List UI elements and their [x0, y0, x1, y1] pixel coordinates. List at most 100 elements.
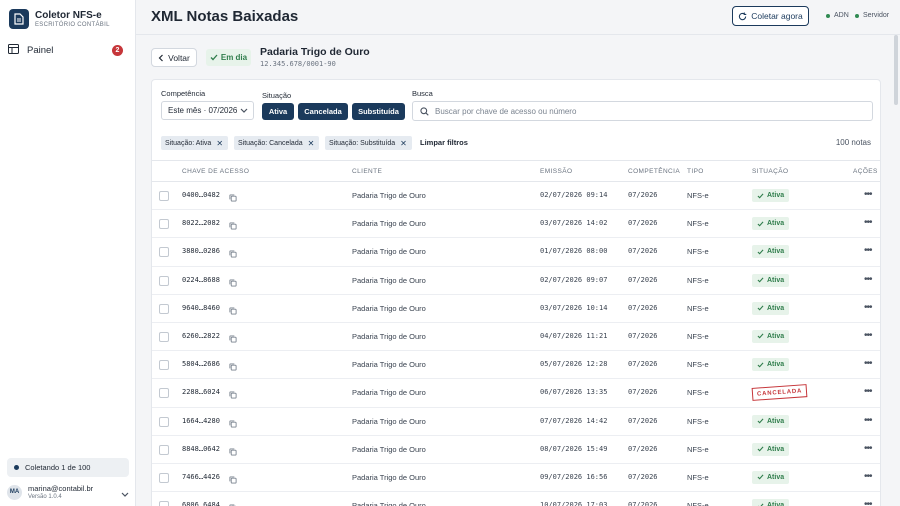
row-checkbox[interactable] — [159, 247, 169, 258]
table-row[interactable]: 3880…0286 Padaria Trigo de Ouro 01/07/20… — [152, 238, 880, 267]
row-checkbox[interactable] — [159, 416, 169, 427]
access-key: 3880…0286 — [182, 247, 220, 256]
copy-icon[interactable] — [229, 191, 237, 205]
copy-icon[interactable] — [229, 219, 237, 233]
row-checkbox[interactable] — [159, 219, 169, 230]
table-row[interactable]: 8848…0642 Padaria Trigo de Ouro 08/07/20… — [152, 436, 880, 464]
situacao-cancelada-toggle[interactable]: Cancelada — [298, 103, 348, 120]
emission-date: 06/07/2026 13:35 — [540, 388, 608, 397]
row-checkbox[interactable] — [159, 331, 169, 342]
search-field[interactable] — [412, 101, 873, 121]
row-checkbox[interactable] — [159, 501, 169, 506]
more-actions-icon[interactable]: ••• — [864, 302, 872, 313]
copy-icon[interactable] — [229, 417, 237, 431]
client-cell: Padaria Trigo de Ouro — [352, 388, 426, 398]
copy-icon[interactable] — [229, 445, 237, 459]
row-checkbox[interactable] — [159, 360, 169, 371]
service-label: ADN — [834, 12, 849, 19]
app-version: Versão 1.0.4 — [28, 493, 62, 500]
more-actions-icon[interactable]: ••• — [864, 415, 872, 426]
row-checkbox[interactable] — [159, 275, 169, 286]
column-header[interactable]: CHAVE DE ACESSO — [182, 168, 249, 175]
table-row[interactable]: 7466…4426 Padaria Trigo de Ouro 09/07/20… — [152, 464, 880, 493]
more-actions-icon[interactable]: ••• — [864, 217, 872, 228]
copy-icon[interactable] — [229, 304, 237, 318]
table-row[interactable]: 1664…4280 Padaria Trigo de Ouro 07/07/20… — [152, 408, 880, 436]
more-actions-icon[interactable]: ••• — [864, 499, 872, 506]
copy-icon[interactable] — [229, 360, 237, 374]
table-row[interactable]: 9640…8460 Padaria Trigo de Ouro 03/07/20… — [152, 295, 880, 323]
column-header[interactable]: CLIENTE — [352, 168, 382, 175]
chevron-down-icon[interactable] — [121, 487, 129, 501]
copy-icon[interactable] — [229, 332, 237, 346]
client-name: Padaria Trigo de Ouro — [260, 46, 370, 58]
search-icon — [420, 106, 429, 116]
row-checkbox[interactable] — [159, 472, 169, 483]
clear-filters-link[interactable]: Limpar filtros — [420, 138, 468, 147]
more-actions-icon[interactable]: ••• — [864, 443, 872, 454]
status-badge: Ativa — [752, 301, 790, 315]
access-key: 8848…0642 — [182, 444, 220, 453]
table-row[interactable]: 5804…2686 Padaria Trigo de Ouro 05/07/20… — [152, 351, 880, 380]
more-actions-icon[interactable]: ••• — [864, 386, 872, 397]
more-actions-icon[interactable]: ••• — [864, 358, 872, 369]
access-key: 2288…6024 — [182, 388, 220, 397]
row-checkbox[interactable] — [159, 303, 169, 314]
scrollbar[interactable] — [894, 35, 898, 105]
situacao-substituida-toggle[interactable]: Substituída — [352, 103, 405, 120]
close-icon[interactable]: ✕ — [308, 139, 315, 148]
user-menu[interactable]: MA marina@contabil.br Versão 1.0.4 — [7, 482, 131, 502]
avatar: MA — [7, 484, 22, 500]
service-status-servidor: Servidor — [855, 12, 889, 19]
type-cell: NFS-e — [687, 331, 709, 341]
copy-icon[interactable] — [229, 473, 237, 487]
check-icon — [210, 54, 218, 61]
table-row[interactable]: 0224…8688 Padaria Trigo de Ouro 02/07/20… — [152, 267, 880, 295]
copy-icon[interactable] — [229, 276, 237, 290]
column-header[interactable]: COMPETÊNCIA — [628, 168, 680, 175]
more-actions-icon[interactable]: ••• — [864, 274, 872, 285]
row-checkbox[interactable] — [159, 388, 169, 399]
client-cell: Padaria Trigo de Ouro — [352, 331, 426, 341]
column-header[interactable]: EMISSÃO — [540, 168, 572, 175]
more-actions-icon[interactable]: ••• — [864, 471, 872, 482]
check-icon — [757, 192, 764, 199]
emission-date: 08/07/2026 15:49 — [540, 444, 608, 453]
back-button[interactable]: Voltar — [151, 48, 197, 67]
competencia-select[interactable]: Este mês · 07/2026 — [161, 101, 254, 120]
client-cell: Padaria Trigo de Ouro — [352, 219, 426, 229]
table-row[interactable]: 6806…6484 Padaria Trigo de Ouro 10/07/20… — [152, 492, 880, 506]
collect-status-text: Coletando 1 de 100 — [25, 463, 91, 472]
close-icon[interactable]: ✕ — [400, 139, 407, 148]
search-input[interactable] — [435, 106, 855, 116]
check-icon — [757, 418, 764, 424]
status-label: Ativa — [767, 473, 785, 481]
copy-icon[interactable] — [229, 247, 237, 261]
type-cell: NFS-e — [687, 388, 709, 398]
table-row[interactable]: 6260…2822 Padaria Trigo de Ouro 04/07/20… — [152, 323, 880, 352]
client-cell: Padaria Trigo de Ouro — [352, 360, 426, 370]
competencia-cell: 07/2026 — [628, 472, 658, 481]
collect-now-button[interactable]: Coletar agora — [732, 6, 809, 26]
access-key: 0400…0482 — [182, 191, 220, 199]
check-icon — [757, 446, 764, 452]
more-actions-icon[interactable]: ••• — [864, 330, 872, 341]
row-checkbox[interactable] — [159, 444, 169, 455]
check-icon — [757, 333, 764, 339]
column-header[interactable]: SITUAÇÃO — [752, 168, 788, 175]
copy-icon[interactable] — [229, 388, 237, 402]
copy-icon[interactable] — [229, 501, 237, 506]
sidebar-item-painel[interactable]: Painel 2 — [8, 41, 128, 59]
client-cell: Padaria Trigo de Ouro — [352, 191, 426, 200]
situacao-ativa-toggle[interactable]: Ativa — [262, 103, 294, 120]
more-actions-icon[interactable]: ••• — [864, 245, 872, 256]
close-icon[interactable]: ✕ — [216, 139, 223, 148]
table-row[interactable]: 0400…0482 Padaria Trigo de Ouro 02/07/20… — [152, 182, 880, 211]
type-cell: NFS-e — [687, 219, 709, 229]
table-row[interactable]: 8022…2082 Padaria Trigo de Ouro 03/07/20… — [152, 210, 880, 239]
more-actions-icon[interactable]: ••• — [864, 189, 872, 200]
emission-date: 03/07/2026 14:02 — [540, 219, 608, 228]
table-row[interactable]: 2288…6024 Padaria Trigo de Ouro 06/07/20… — [152, 379, 880, 408]
row-checkbox[interactable] — [159, 191, 169, 201]
column-header[interactable]: TIPO — [687, 168, 704, 175]
